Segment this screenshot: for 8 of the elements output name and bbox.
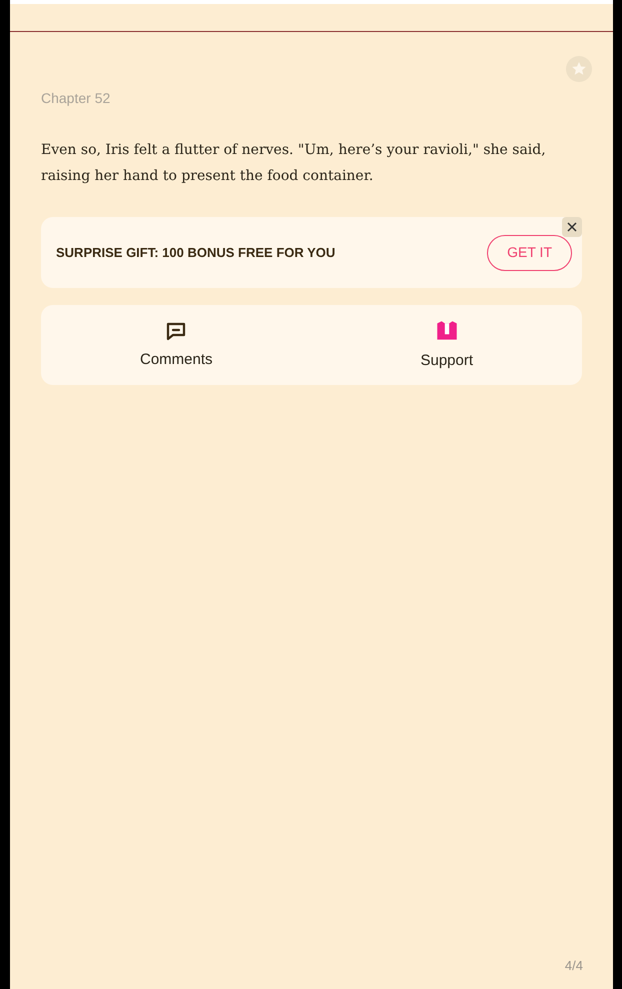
page-indicator: 4/4 — [564, 956, 583, 974]
action-button[interactable]: Comments — [41, 305, 312, 385]
promo-text: SURPRISE GIFT: 100 BONUS FREE FOR YOU — [56, 244, 336, 262]
action-button[interactable]: Support — [312, 305, 582, 385]
close-button[interactable] — [562, 217, 582, 237]
chapter-text: Even so, Iris felt a flutter of nerves. "Um, here’s your ravioli," she said, raising her hand to present the food container. — [41, 141, 547, 186]
close-icon — [567, 222, 577, 232]
chapter-title: Chapter 52 — [41, 89, 112, 108]
